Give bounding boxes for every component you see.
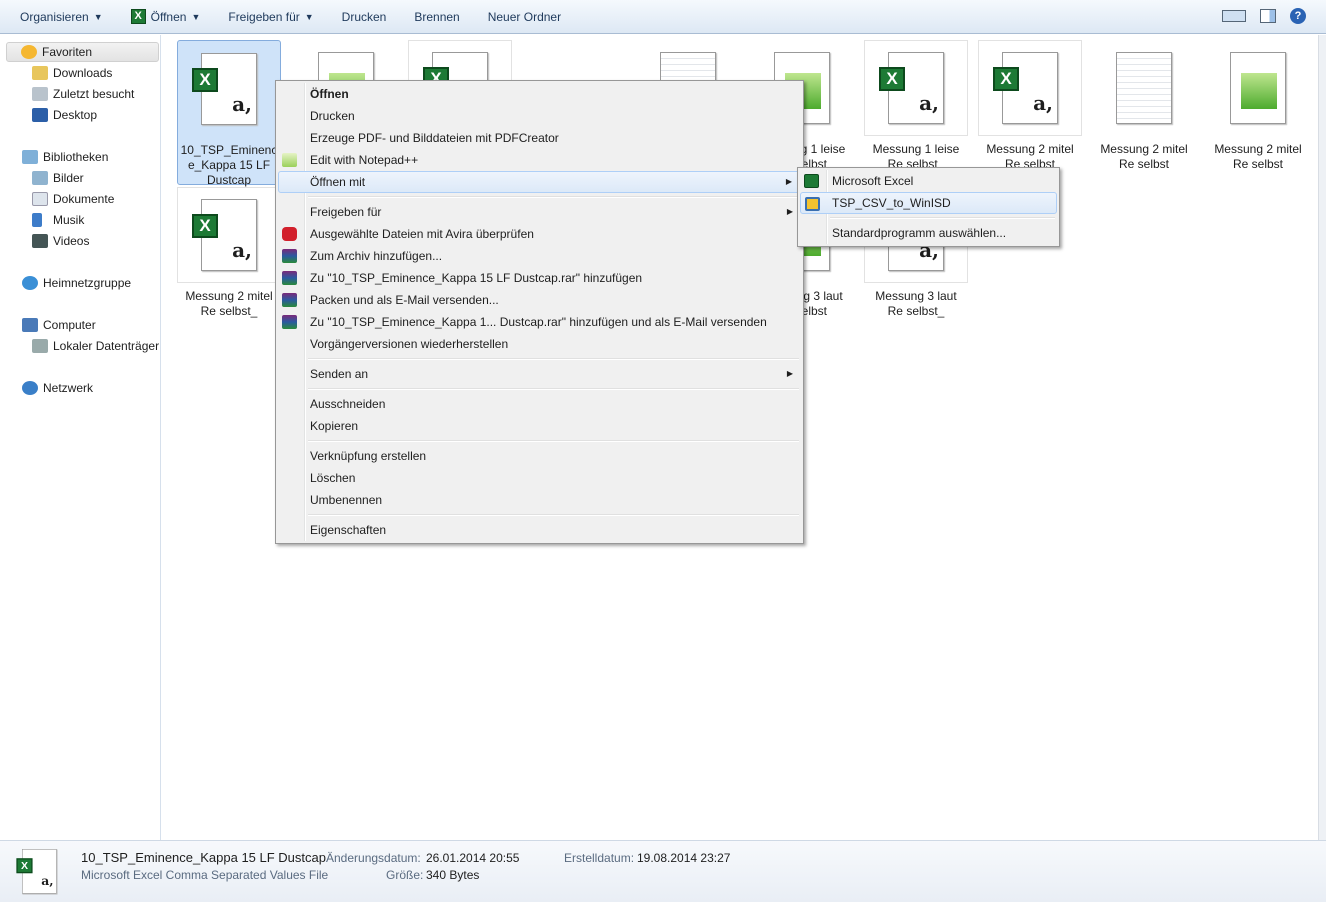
file-item[interactable]: Xa, Messung 1 leise Re selbst_ (864, 40, 968, 172)
menu-separator (800, 214, 1057, 222)
menu-add-rar-email[interactable]: Zu "10_TSP_Eminence_Kappa 1... Dustcap.r… (278, 311, 801, 333)
new-folder-button[interactable]: Neuer Ordner (480, 5, 569, 29)
csv-file-icon: Xa, (993, 52, 1058, 124)
nav-documents[interactable]: Dokumente (32, 189, 114, 209)
computer-icon (22, 318, 38, 332)
print-button[interactable]: Drucken (334, 5, 395, 29)
application-icon (805, 197, 820, 211)
nav-videos[interactable]: Videos (32, 231, 89, 251)
chevron-down-icon: ▼ (304, 11, 314, 22)
nav-pictures[interactable]: Bilder (32, 168, 84, 188)
menu-separator (278, 355, 801, 363)
submenu-excel[interactable]: Microsoft Excel (800, 170, 1057, 192)
csv-file-icon: Xa, (879, 52, 944, 124)
menu-restore-versions[interactable]: Vorgängerversionen wiederherstellen (278, 333, 801, 355)
star-icon (21, 45, 37, 59)
menu-open-with[interactable]: Öffnen mit ▶ (278, 171, 801, 193)
submenu-choose-default[interactable]: Standardprogramm auswählen... (800, 222, 1057, 244)
menu-print[interactable]: Drucken (278, 105, 801, 127)
drive-icon (32, 339, 48, 353)
excel-icon (804, 174, 819, 188)
menu-add-rar[interactable]: Zu "10_TSP_Eminence_Kappa 15 LF Dustcap.… (278, 267, 801, 289)
submenu-arrow-icon: ▶ (786, 207, 793, 216)
submenu-tsp-csv-to-winisd[interactable]: TSP_CSV_to_WinISD (800, 192, 1057, 214)
pictures-icon (32, 171, 48, 185)
scrollbar[interactable] (1318, 35, 1326, 840)
navigation-pane: Favoriten Downloads Zuletzt besucht Desk… (0, 35, 161, 840)
burn-button[interactable]: Brennen (406, 5, 467, 29)
avira-icon (282, 227, 297, 241)
file-item[interactable]: Xa, Messung 2 mitel Re selbst (978, 40, 1082, 172)
menu-separator (278, 193, 801, 201)
network-icon (22, 381, 38, 395)
menu-delete[interactable]: Löschen (278, 467, 801, 489)
menu-properties[interactable]: Eigenschaften (278, 519, 801, 541)
winrar-icon (282, 315, 297, 329)
context-menu: Öffnen Drucken Erzeuge PDF- und Bilddate… (275, 80, 804, 544)
preview-pane-icon[interactable] (1260, 9, 1276, 23)
nav-homegroup[interactable]: Heimnetzgruppe (22, 273, 131, 293)
menu-separator (278, 437, 801, 445)
file-item[interactable]: Xa, Messung 2 mitel Re selbst_ (177, 187, 281, 319)
nav-network[interactable]: Netzwerk (22, 378, 93, 398)
command-bar: Organisieren ▼ X Öffnen ▼ Freigeben für ▼ Dr… (0, 0, 1326, 34)
notepad-file-icon (1230, 52, 1286, 124)
organize-button[interactable]: Organisieren ▼ (12, 5, 111, 29)
menu-separator (278, 511, 801, 519)
submenu-arrow-icon: ▶ (786, 369, 793, 378)
csv-file-icon: Xa, (16, 849, 57, 894)
videos-icon (32, 234, 48, 248)
csv-file-icon: Xa, (192, 53, 257, 125)
winrar-icon (282, 293, 297, 307)
file-item[interactable]: Messung 2 mitel Re selbst (1092, 40, 1196, 172)
menu-separator (278, 385, 801, 393)
nav-local-disk[interactable]: Lokaler Datenträger (32, 336, 159, 356)
notepadpp-icon (282, 153, 297, 167)
menu-notepadpp[interactable]: Edit with Notepad++ (278, 149, 801, 171)
file-item[interactable]: Messung 2 mitel Re selbst (1206, 40, 1310, 172)
help-icon[interactable]: ? (1290, 8, 1306, 24)
winrar-icon (282, 249, 297, 263)
submenu-arrow-icon: ▶ (785, 177, 792, 186)
menu-rename[interactable]: Umbenennen (278, 489, 801, 511)
nav-downloads[interactable]: Downloads (32, 63, 112, 83)
desktop-icon (32, 108, 48, 122)
menu-avira-scan[interactable]: Ausgewählte Dateien mit Avira überprüfen (278, 223, 801, 245)
menu-pack-email[interactable]: Packen und als E-Mail versenden... (278, 289, 801, 311)
csv-file-icon: Xa, (192, 199, 257, 271)
chevron-down-icon: ▼ (191, 11, 201, 22)
menu-cut[interactable]: Ausschneiden (278, 393, 801, 415)
text-file-icon (1116, 52, 1172, 124)
nav-music[interactable]: Musik (32, 210, 84, 230)
homegroup-icon (22, 276, 38, 290)
nav-desktop[interactable]: Desktop (32, 105, 97, 125)
menu-add-archive[interactable]: Zum Archiv hinzufügen... (278, 245, 801, 267)
chevron-down-icon: ▼ (93, 11, 103, 22)
menu-copy[interactable]: Kopieren (278, 415, 801, 437)
nav-libraries[interactable]: Bibliotheken (22, 147, 108, 167)
menu-pdfcreator[interactable]: Erzeuge PDF- und Bilddateien mit PDFCrea… (278, 127, 801, 149)
menu-create-shortcut[interactable]: Verknüpfung erstellen (278, 445, 801, 467)
excel-icon: X (130, 9, 146, 24)
menu-share[interactable]: Freigeben für ▶ (278, 201, 801, 223)
nav-recent[interactable]: Zuletzt besucht (32, 84, 134, 104)
menu-open[interactable]: Öffnen (278, 83, 801, 105)
view-options-icon[interactable] (1222, 10, 1246, 22)
folder-icon (32, 66, 48, 80)
nav-computer[interactable]: Computer (22, 315, 96, 335)
documents-icon (32, 192, 48, 206)
open-button[interactable]: X Öffnen ▼ (123, 5, 209, 29)
winrar-icon (282, 271, 297, 285)
open-with-submenu: Microsoft Excel TSP_CSV_to_WinISD Standa… (797, 167, 1060, 247)
music-icon (32, 213, 42, 227)
file-item[interactable]: Xa, 10_TSP_Eminenc e_Kappa 15 LF Dustcap (177, 40, 281, 187)
library-icon (22, 150, 38, 164)
details-pane: Xa, 10_TSP_Eminence_Kappa 15 LF Dustcap … (0, 840, 1326, 902)
recent-places-icon (32, 87, 48, 101)
nav-favorites[interactable]: Favoriten (6, 42, 159, 62)
share-button[interactable]: Freigeben für ▼ (220, 5, 321, 29)
menu-send-to[interactable]: Senden an ▶ (278, 363, 801, 385)
